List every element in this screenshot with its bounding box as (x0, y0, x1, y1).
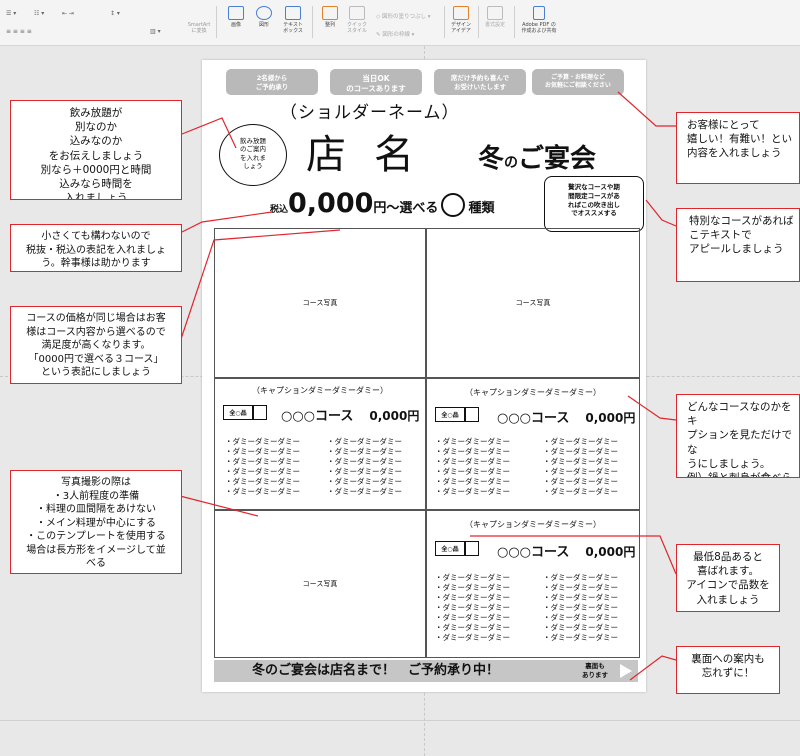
note-tax-label[interactable]: 小さくても構わないので 税抜・税込の表記を入れましょ う。幹事様は助かります (10, 224, 182, 272)
note-dish-count[interactable]: 最低8品あると 喜ばれます。 アイコンで品数を 入れましょう (676, 544, 780, 612)
note-customer-benefit[interactable]: お客様にとって 嬉しい！有難い！とい 内容を入れましょう (676, 112, 800, 184)
note-special-course[interactable]: 特別なコースがあれば こテキストで アピールしましょう (676, 208, 800, 282)
note-caption-tips[interactable]: どんなコースなのかをキ プションを見ただけでな うにしましょう。 例）鍋と刺身が… (676, 394, 800, 478)
note-photo-tips[interactable]: 写真撮影の際は ・3人前程度の準備 ・料理の皿間隔をあけない ・メイン料理が中心… (10, 470, 182, 574)
note-price-course[interactable]: コースの価格が同じ場合はお客 様はコース内容から選べるので 満足度が高くなります… (10, 306, 182, 384)
note-back-side[interactable]: 裏面への案内も 忘れずに！ (676, 646, 780, 694)
note-drink-plan[interactable]: 飲み放題が 別なのか 込みなのか をお伝えしましょう 別なら＋0000円と時間 … (10, 100, 182, 200)
